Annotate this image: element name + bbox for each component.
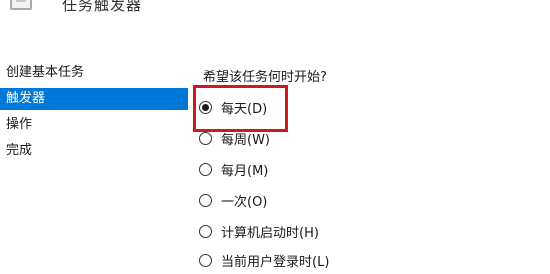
option-label-weekly: 每周(W): [221, 132, 270, 148]
trigger-question: 希望该任务何时开始?: [203, 70, 327, 85]
radio-option-monthly[interactable]: 每月(M): [199, 159, 268, 179]
option-label-at-logon: 当前用户登录时(L): [221, 254, 330, 270]
radio-button[interactable]: [199, 253, 212, 267]
radio-option-weekly[interactable]: 每周(W): [199, 128, 270, 148]
nav-item-finish[interactable]: 完成: [0, 140, 188, 162]
nav-item-trigger[interactable]: 触发器: [0, 88, 188, 110]
wizard-header: 任务触发器: [0, 0, 550, 40]
radio-button-checked[interactable]: [199, 100, 212, 114]
task-wizard-window: 任务触发器 创建基本任务 触发器 操作 完成 希望该任务何时开始? 每天(D) …: [0, 0, 550, 274]
radio-button[interactable]: [199, 193, 212, 207]
option-label-monthly: 每月(M): [221, 163, 269, 179]
nav-item-create-basic-task[interactable]: 创建基本任务: [0, 62, 188, 84]
radio-button[interactable]: [199, 162, 212, 176]
option-label-daily: 每天(D): [221, 101, 268, 117]
task-window-icon: [10, 0, 32, 10]
radio-option-at-logon[interactable]: 当前用户登录时(L): [199, 250, 329, 270]
option-label-at-startup: 计算机启动时(H): [221, 225, 319, 241]
radio-option-daily[interactable]: 每天(D): [199, 97, 267, 117]
radio-button[interactable]: [199, 224, 212, 238]
option-label-once: 一次(O): [221, 194, 268, 210]
nav-item-action[interactable]: 操作: [0, 114, 188, 136]
wizard-step-list: 创建基本任务 触发器 操作 完成: [0, 62, 190, 274]
radio-button[interactable]: [199, 131, 212, 145]
wizard-title: 任务触发器: [62, 0, 143, 14]
radio-option-at-startup[interactable]: 计算机启动时(H): [199, 221, 319, 241]
radio-option-once[interactable]: 一次(O): [199, 190, 267, 210]
